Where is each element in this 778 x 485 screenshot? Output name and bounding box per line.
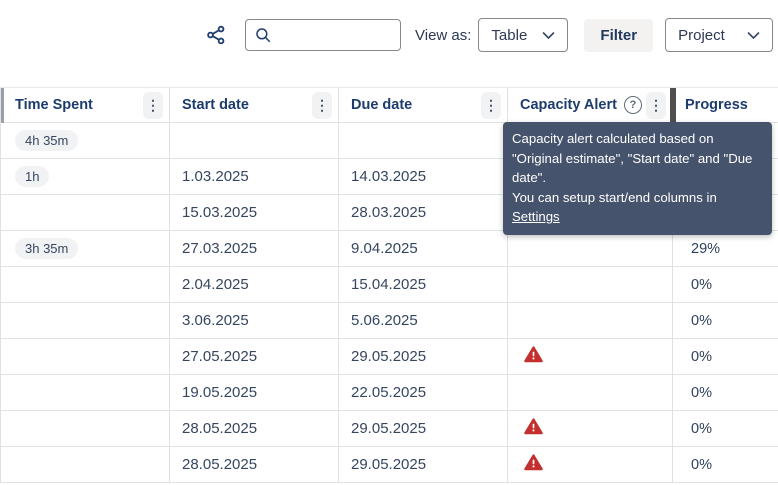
cell-time-spent[interactable] — [0, 374, 170, 411]
cell-capacity-alert[interactable] — [507, 302, 673, 339]
column-header-due-date: Due date ⋮ — [338, 87, 508, 123]
warning-icon — [524, 454, 543, 471]
cell-progress[interactable]: 0% — [672, 410, 778, 447]
column-menu-icon[interactable]: ⋮ — [646, 91, 666, 119]
view-as-label: View as: — [415, 26, 472, 44]
cell-start-date[interactable]: 1.03.2025 — [169, 158, 339, 195]
table-row: 2.04.2025 15.04.2025 0% — [0, 266, 778, 303]
column-header-progress: Progress — [670, 87, 778, 124]
search-icon — [256, 28, 271, 43]
cell-start-date[interactable] — [169, 122, 339, 159]
cell-capacity-alert[interactable] — [507, 266, 673, 303]
table-row: 19.05.2025 22.05.2025 0% — [0, 374, 778, 411]
tooltip-text: Capacity alert calculated based on "Orig… — [512, 131, 753, 185]
column-label: Progress — [685, 97, 748, 113]
cell-due-date[interactable]: 5.06.2025 — [338, 302, 508, 339]
cell-start-date[interactable]: 15.03.2025 — [169, 194, 339, 231]
cell-progress[interactable]: 0% — [672, 266, 778, 303]
cell-capacity-alert[interactable] — [507, 230, 673, 267]
app-window: View as: Table Filter Project Time Spent… — [0, 0, 778, 485]
table-row: 28.05.2025 29.05.2025 0% — [0, 446, 778, 483]
column-label: Capacity Alert — [520, 97, 617, 113]
warning-icon — [524, 418, 543, 435]
cell-due-date[interactable]: 9.04.2025 — [338, 230, 508, 267]
column-label: Due date — [351, 97, 413, 113]
share-icon — [207, 25, 225, 45]
cell-progress[interactable]: 0% — [672, 338, 778, 375]
cell-time-spent[interactable] — [0, 410, 170, 447]
column-menu-icon[interactable]: ⋮ — [143, 91, 163, 119]
project-value: Project — [678, 26, 725, 44]
cell-due-date[interactable]: 14.03.2025 — [338, 158, 508, 195]
cell-time-spent[interactable] — [0, 338, 170, 375]
cell-start-date[interactable]: 27.03.2025 — [169, 230, 339, 267]
tooltip-text: You can setup start/end columns in — [512, 189, 717, 205]
column-header-start-date: Start date ⋮ — [169, 87, 339, 123]
table-row: 3.06.2025 5.06.2025 0% — [0, 302, 778, 339]
cell-time-spent[interactable]: 1h — [0, 158, 170, 195]
chevron-down-icon — [543, 31, 555, 39]
column-header-capacity-alert: Capacity Alert ? ⋮ — [507, 87, 673, 123]
column-menu-icon[interactable]: ⋮ — [312, 91, 332, 119]
settings-link[interactable]: Settings — [512, 209, 560, 224]
table-row: 27.05.2025 29.05.2025 0% — [0, 338, 778, 375]
time-spent-badge: 3h 35m — [15, 238, 79, 259]
cell-start-date[interactable]: 27.05.2025 — [169, 338, 339, 375]
column-label: Start date — [182, 97, 249, 113]
column-menu-icon[interactable]: ⋮ — [481, 91, 501, 119]
cell-time-spent[interactable]: 3h 35m — [0, 230, 170, 267]
time-spent-badge: 1h — [15, 166, 50, 187]
cell-progress[interactable]: 0% — [672, 302, 778, 339]
cell-capacity-alert[interactable] — [507, 446, 673, 483]
share-button[interactable] — [203, 22, 229, 48]
project-select[interactable]: Project — [665, 18, 774, 52]
cell-capacity-alert[interactable] — [507, 374, 673, 411]
capacity-alert-tooltip: Capacity alert calculated based on "Orig… — [503, 122, 772, 235]
cell-time-spent[interactable] — [0, 194, 170, 231]
cell-due-date[interactable]: 22.05.2025 — [338, 374, 508, 411]
cell-capacity-alert[interactable] — [507, 338, 673, 375]
cell-start-date[interactable]: 3.06.2025 — [169, 302, 339, 339]
table-header: Time Spent ⋮ Start date ⋮ Due date ⋮ Cap… — [0, 87, 778, 124]
cell-progress[interactable]: 0% — [672, 374, 778, 411]
search-box[interactable] — [245, 19, 401, 51]
cell-progress[interactable]: 29% — [672, 230, 778, 267]
view-as-select[interactable]: Table — [478, 18, 569, 52]
cell-start-date[interactable]: 28.05.2025 — [169, 410, 339, 447]
cell-time-spent[interactable]: 4h 35m — [0, 122, 170, 159]
table-row: 3h 35m 27.03.2025 9.04.2025 29% — [0, 230, 778, 267]
table-row: 28.05.2025 29.05.2025 0% — [0, 410, 778, 447]
cell-due-date[interactable]: 29.05.2025 — [338, 338, 508, 375]
cell-time-spent[interactable] — [0, 446, 170, 483]
cell-start-date[interactable]: 28.05.2025 — [169, 446, 339, 483]
help-icon[interactable]: ? — [623, 96, 642, 114]
view-as-value: Table — [491, 26, 528, 44]
search-input[interactable] — [280, 27, 392, 43]
cell-due-date[interactable] — [338, 122, 508, 159]
cell-due-date[interactable]: 29.05.2025 — [338, 410, 508, 447]
warning-icon — [524, 346, 543, 363]
cell-capacity-alert[interactable] — [507, 410, 673, 447]
cell-time-spent[interactable] — [0, 266, 170, 303]
cell-due-date[interactable]: 28.03.2025 — [338, 194, 508, 231]
cell-start-date[interactable]: 2.04.2025 — [169, 266, 339, 303]
cell-progress[interactable]: 0% — [672, 446, 778, 483]
column-header-time-spent: Time Spent ⋮ — [0, 87, 170, 124]
cell-due-date[interactable]: 15.04.2025 — [338, 266, 508, 303]
cell-start-date[interactable]: 19.05.2025 — [169, 374, 339, 411]
filter-button[interactable]: Filter — [584, 18, 654, 52]
time-spent-badge: 4h 35m — [15, 130, 79, 151]
chevron-down-icon — [747, 31, 760, 39]
toolbar: View as: Table Filter Project — [203, 0, 778, 70]
cell-time-spent[interactable] — [0, 302, 170, 339]
column-label: Time Spent — [15, 97, 93, 113]
cell-due-date[interactable]: 29.05.2025 — [338, 446, 508, 483]
